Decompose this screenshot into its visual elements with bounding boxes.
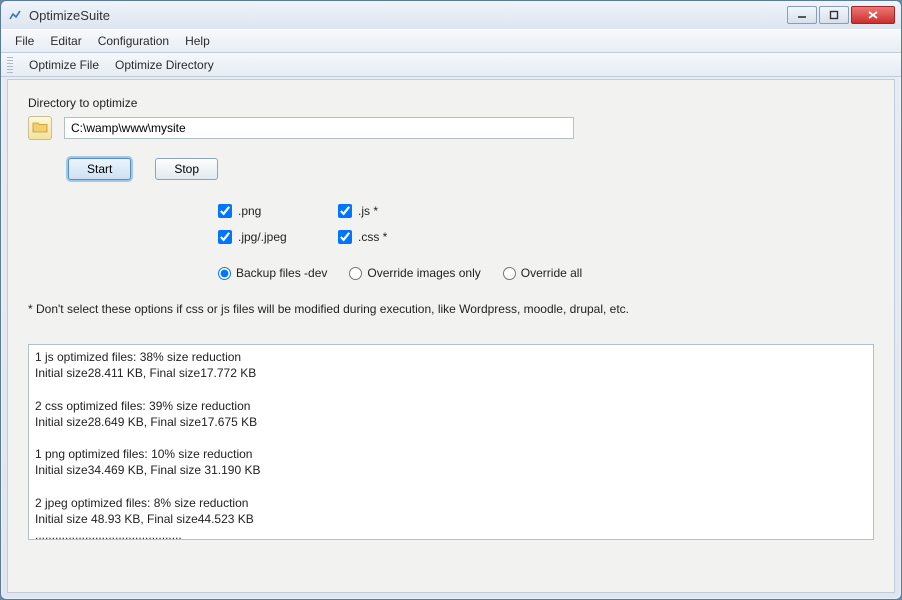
checkbox-css[interactable]: .css * bbox=[338, 230, 458, 244]
minimize-button[interactable] bbox=[787, 6, 817, 24]
radio-backup-label: Backup files -dev bbox=[236, 266, 327, 280]
footnote: * Don't select these options if css or j… bbox=[28, 302, 874, 316]
checkbox-js[interactable]: .js * bbox=[338, 204, 458, 218]
menu-editar[interactable]: Editar bbox=[42, 31, 89, 51]
app-window: OptimizeSuite File Editar Configuration … bbox=[0, 0, 902, 600]
checkbox-png[interactable]: .png bbox=[218, 204, 338, 218]
filetype-options: .png .js * .jpg/.jpeg .css * bbox=[218, 204, 874, 244]
folder-icon bbox=[32, 120, 48, 137]
radio-override-images-input[interactable] bbox=[349, 267, 362, 280]
radio-override-all[interactable]: Override all bbox=[503, 266, 582, 280]
log-output[interactable]: 1 js optimized files: 38% size reduction… bbox=[29, 345, 873, 539]
log-panel: 1 js optimized files: 38% size reduction… bbox=[28, 344, 874, 540]
close-button[interactable] bbox=[851, 6, 895, 24]
checkbox-js-input[interactable] bbox=[338, 204, 352, 218]
directory-label: Directory to optimize bbox=[28, 96, 874, 110]
checkbox-css-label: .css * bbox=[358, 230, 387, 244]
toolbar-grip-icon bbox=[7, 57, 13, 73]
window-controls bbox=[787, 6, 895, 24]
checkbox-css-input[interactable] bbox=[338, 230, 352, 244]
mode-radios: Backup files -dev Override images only O… bbox=[218, 266, 874, 280]
checkbox-jpg-label: .jpg/.jpeg bbox=[238, 230, 287, 244]
checkbox-png-label: .png bbox=[238, 204, 261, 218]
checkbox-png-input[interactable] bbox=[218, 204, 232, 218]
checkbox-js-label: .js * bbox=[358, 204, 378, 218]
titlebar: OptimizeSuite bbox=[1, 1, 901, 29]
stop-button[interactable]: Stop bbox=[155, 158, 218, 180]
radio-override-all-label: Override all bbox=[521, 266, 582, 280]
browse-folder-button[interactable] bbox=[28, 116, 52, 140]
action-buttons: Start Stop bbox=[68, 158, 874, 180]
toolbar: Optimize File Optimize Directory bbox=[1, 53, 901, 77]
maximize-button[interactable] bbox=[819, 6, 849, 24]
window-title: OptimizeSuite bbox=[29, 8, 787, 23]
start-button[interactable]: Start bbox=[68, 158, 131, 180]
checkbox-jpg-input[interactable] bbox=[218, 230, 232, 244]
app-icon bbox=[7, 7, 23, 23]
radio-override-all-input[interactable] bbox=[503, 267, 516, 280]
toolbar-optimize-directory[interactable]: Optimize Directory bbox=[111, 56, 218, 74]
radio-backup[interactable]: Backup files -dev bbox=[218, 266, 327, 280]
menubar: File Editar Configuration Help bbox=[1, 29, 901, 53]
checkbox-jpg[interactable]: .jpg/.jpeg bbox=[218, 230, 338, 244]
radio-override-images[interactable]: Override images only bbox=[349, 266, 480, 280]
radio-backup-input[interactable] bbox=[218, 267, 231, 280]
radio-override-images-label: Override images only bbox=[367, 266, 480, 280]
toolbar-optimize-file[interactable]: Optimize File bbox=[25, 56, 103, 74]
menu-help[interactable]: Help bbox=[177, 31, 218, 51]
directory-row bbox=[28, 116, 874, 140]
client-area: Directory to optimize Start Stop .png .j… bbox=[7, 79, 895, 593]
menu-configuration[interactable]: Configuration bbox=[90, 31, 177, 51]
menu-file[interactable]: File bbox=[7, 31, 42, 51]
directory-input[interactable] bbox=[64, 117, 574, 139]
